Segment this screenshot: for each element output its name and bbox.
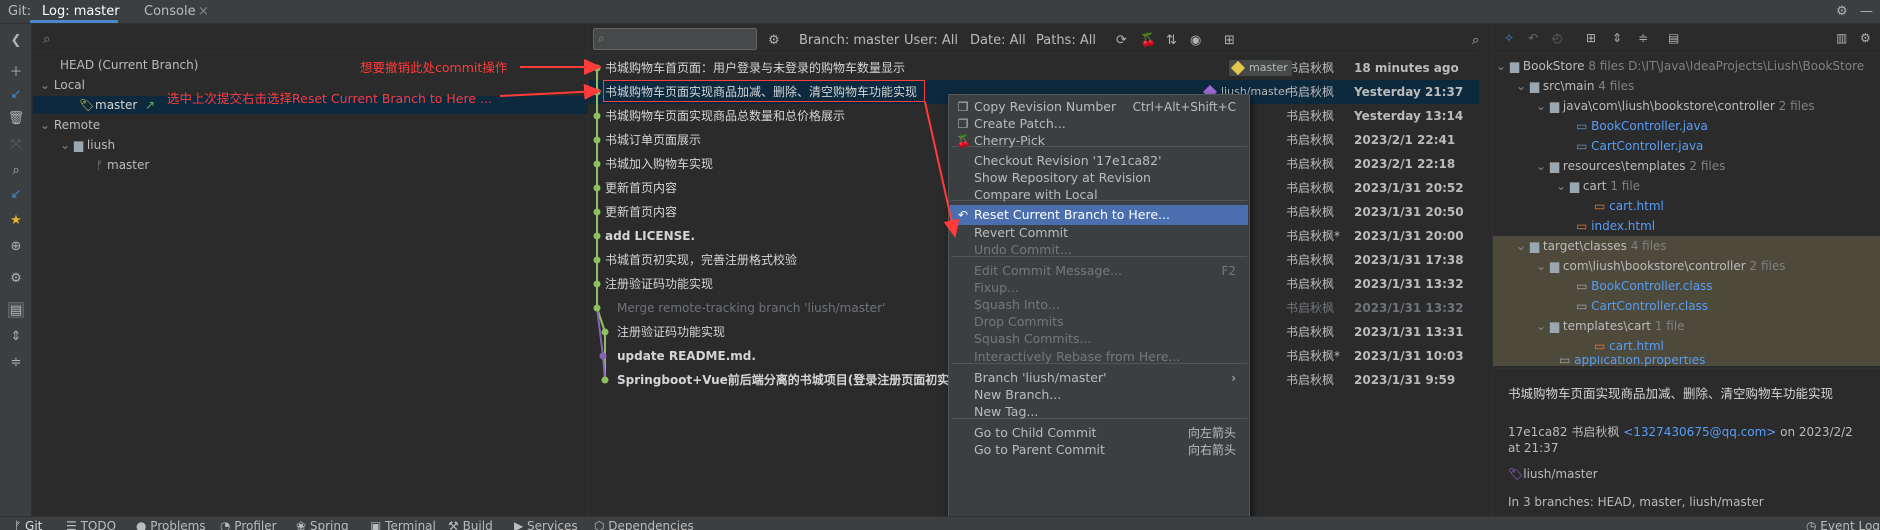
bottom-git-label: Git (25, 519, 43, 530)
bottom-profiler-label: Profiler (234, 519, 277, 530)
bottom-build-label: Build (462, 519, 493, 530)
bottom-dependencies-label: Dependencies (608, 519, 694, 530)
bottom-build[interactable]: ⚒ Build (448, 517, 493, 530)
bottom-git[interactable]: ᚠ Git (14, 517, 42, 530)
annotation-arrows (499, 59, 960, 238)
bottom-tool-bar: ᚠ Git ☰ TODO ● Problems ◔ Profiler ❀ Spr… (0, 516, 1880, 530)
bottom-problems-label: Problems (150, 519, 206, 530)
bottom-services[interactable]: ▶ Services (514, 517, 578, 530)
bottom-terminal[interactable]: ▣ Terminal (370, 517, 436, 530)
bottom-terminal-label: Terminal (385, 519, 436, 530)
bottom-todo[interactable]: ☰ TODO (66, 517, 116, 530)
bottom-event-log[interactable]: ◷ Event Log (1806, 517, 1880, 530)
bottom-dependencies[interactable]: ⬡ Dependencies (594, 517, 694, 530)
annotation-arrow-3 (924, 101, 960, 238)
bottom-spring[interactable]: ❀ Spring (296, 517, 349, 530)
bottom-event-log-label: Event Log (1820, 519, 1880, 530)
annotation-arrow-2 (499, 83, 602, 100)
bottom-problems[interactable]: ● Problems (136, 517, 206, 530)
bottom-services-label: Services (527, 519, 578, 530)
bottom-profiler[interactable]: ◔ Profiler (220, 517, 277, 530)
bottom-spring-label: Spring (309, 519, 349, 530)
bottom-todo-label: TODO (80, 519, 117, 530)
